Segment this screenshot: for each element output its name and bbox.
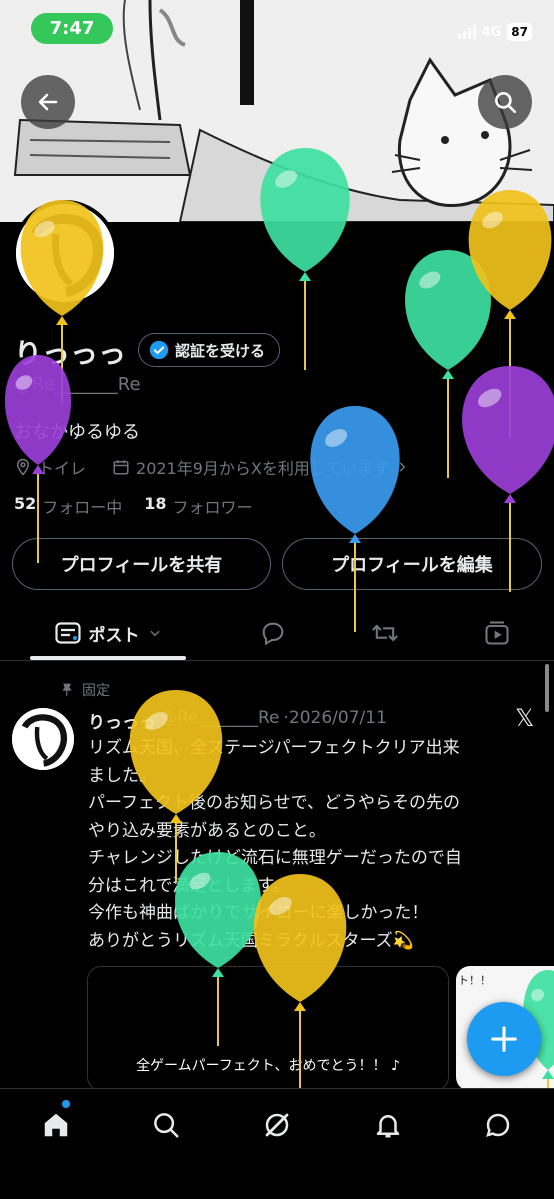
tab-reposts[interactable] [358, 606, 412, 660]
status-time: 7:47 [31, 13, 113, 44]
nav-notifications[interactable] [368, 1105, 408, 1145]
media-caption-text: 全ゲームパーフェクト、おめでとう！！ [136, 1058, 387, 1074]
active-tab-indicator [30, 656, 186, 660]
avatar-image [16, 204, 114, 302]
explore-icon [154, 1113, 179, 1138]
following-count[interactable]: 52 [14, 494, 36, 518]
chevron-right-icon[interactable] [395, 460, 409, 474]
home-icon [44, 1113, 68, 1137]
avatar-image [12, 708, 74, 770]
profile-joined[interactable]: 2021年9月からXを利用しています [136, 455, 389, 479]
nav-explore[interactable] [146, 1105, 186, 1145]
followers-label[interactable]: フォロワー [173, 494, 253, 518]
tab-posts-label: ポスト [88, 625, 140, 646]
reply-icon [262, 622, 284, 646]
profile-location: トイレ [38, 459, 87, 478]
post-date[interactable]: ·2026/07/11 [284, 708, 387, 733]
get-verified-label: 認証を受ける [175, 341, 266, 360]
repost-icon [372, 624, 398, 642]
location-icon [16, 458, 30, 476]
profile-meta: トイレ 2021年9月からXを利用しています [14, 455, 409, 479]
notifications-icon [376, 1115, 400, 1138]
grok-icon [265, 1113, 289, 1137]
media2-caption: ト！！ [458, 974, 491, 987]
pinned-label: 固定 [60, 680, 110, 700]
post-author[interactable]: りっっっ [88, 708, 156, 733]
nav-grok[interactable] [257, 1105, 297, 1145]
balloon-decoration [310, 406, 400, 632]
search-button[interactable] [478, 75, 532, 129]
profile-handle: @Re_______Re [14, 374, 141, 395]
battery-icon: 87 [507, 23, 532, 41]
profile-avatar[interactable] [12, 200, 118, 306]
post-text[interactable]: リズム天国、全ステージパーフェクトクリア出来 ました。 パーフェクト後のお知らせ… [88, 735, 548, 955]
calendar-icon [113, 460, 129, 475]
x-logo-icon: 𝕏 [515, 704, 535, 732]
nav-home[interactable] [36, 1105, 76, 1145]
back-button[interactable] [21, 75, 75, 129]
nav-messages[interactable] [478, 1105, 518, 1145]
posts-icon [54, 622, 81, 644]
signal-icon [457, 25, 476, 39]
following-label[interactable]: フォロー中 [42, 494, 122, 518]
search-icon [495, 92, 517, 114]
media-icon [485, 621, 509, 645]
profile-tabs: ポスト [0, 606, 554, 661]
post-header: りっっっ @Re_______Re ·2026/07/11 [88, 708, 387, 733]
profile-name: りっっっ [14, 338, 127, 369]
status-indicators: 4G 87 [457, 22, 532, 42]
scrollbar[interactable] [545, 664, 549, 712]
post-handle[interactable]: @Re_______Re [160, 708, 280, 733]
edit-profile-button[interactable]: プロフィールを編集 [282, 538, 542, 590]
compose-button[interactable] [467, 1002, 541, 1076]
balloon-decoration [468, 190, 552, 438]
home-notification-dot [62, 1100, 70, 1108]
post-media-1[interactable]: 全ゲームパーフェクト、おめでとう！！ ♪ [87, 966, 449, 1091]
tab-replies[interactable] [246, 606, 300, 660]
chevron-down-icon[interactable] [148, 626, 162, 640]
get-verified-button[interactable]: 認証を受ける [138, 333, 281, 367]
profile-bio: おなかゆるゆる [14, 422, 140, 443]
pinned-text: 固定 [82, 683, 110, 699]
media-caption: 全ゲームパーフェクト、おめでとう！！ ♪ [136, 1058, 400, 1074]
tab-media[interactable] [470, 606, 524, 660]
network-label: 4G [481, 24, 502, 40]
post-avatar[interactable] [12, 708, 74, 770]
plus-icon [491, 1026, 517, 1052]
bottom-navigation [0, 1088, 554, 1199]
balloon-decoration [405, 250, 491, 478]
tab-posts[interactable]: ポスト [30, 606, 186, 660]
arrow-left-icon [38, 93, 58, 111]
messages-icon [486, 1113, 510, 1137]
verified-badge-icon [149, 340, 169, 360]
follow-stats: 52 フォロー中 18 フォロワー [14, 494, 253, 518]
followers-count[interactable]: 18 [144, 494, 166, 518]
share-profile-button[interactable]: プロフィールを共有 [12, 538, 271, 590]
pin-icon [62, 683, 72, 696]
